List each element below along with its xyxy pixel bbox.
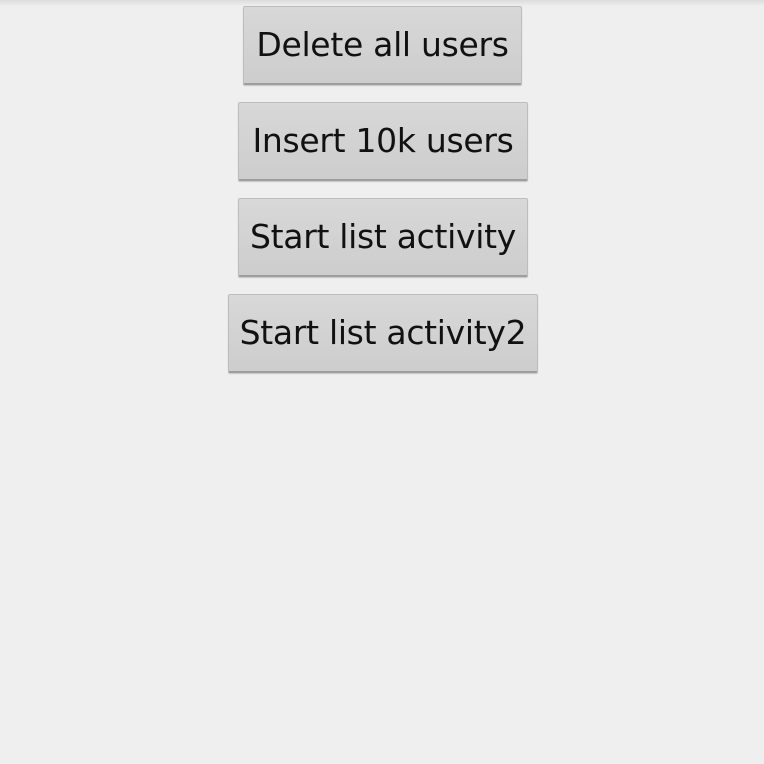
delete-all-users-button[interactable]: Delete all users (243, 6, 522, 85)
start-list-activity-button[interactable]: Start list activity (238, 198, 528, 277)
insert-10k-users-button[interactable]: Insert 10k users (238, 102, 528, 181)
start-list-activity2-button[interactable]: Start list activity2 (228, 294, 538, 373)
button-column: Delete all users Insert 10k users Start … (0, 0, 764, 764)
